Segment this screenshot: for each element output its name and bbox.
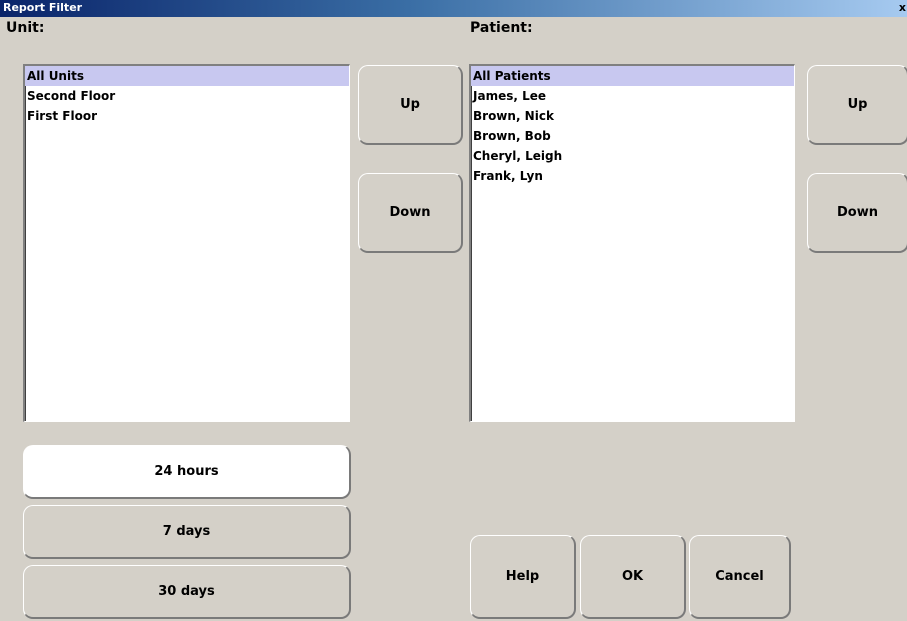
close-icon[interactable]: x bbox=[899, 1, 906, 14]
time-30-days-button[interactable]: 30 days bbox=[23, 565, 351, 619]
patient-item[interactable]: Frank, Lyn bbox=[471, 166, 794, 186]
unit-up-button[interactable]: Up bbox=[358, 65, 463, 145]
patient-item[interactable]: Cheryl, Leigh bbox=[471, 146, 794, 166]
unit-item-first-floor[interactable]: First Floor bbox=[25, 106, 349, 126]
unit-item-second-floor[interactable]: Second Floor bbox=[25, 86, 349, 106]
title-bar: Report Filter x bbox=[0, 0, 907, 17]
patient-item[interactable]: Brown, Bob bbox=[471, 126, 794, 146]
patient-label: Patient: bbox=[470, 20, 533, 36]
patient-listbox[interactable]: All Patients James, Lee Brown, Nick Brow… bbox=[469, 64, 795, 422]
unit-down-button[interactable]: Down bbox=[358, 173, 463, 253]
help-button[interactable]: Help bbox=[470, 535, 576, 619]
time-7-days-button[interactable]: 7 days bbox=[23, 505, 351, 559]
window-title: Report Filter bbox=[3, 1, 83, 14]
patient-item[interactable]: Brown, Nick bbox=[471, 106, 794, 126]
patient-item-all-patients[interactable]: All Patients bbox=[471, 66, 794, 86]
patient-item[interactable]: James, Lee bbox=[471, 86, 794, 106]
ok-button[interactable]: OK bbox=[580, 535, 686, 619]
patient-up-button[interactable]: Up bbox=[807, 65, 907, 145]
unit-label: Unit: bbox=[6, 20, 45, 36]
time-24-hours-button[interactable]: 24 hours bbox=[23, 445, 351, 499]
cancel-button[interactable]: Cancel bbox=[689, 535, 791, 619]
unit-item-all-units[interactable]: All Units bbox=[25, 66, 349, 86]
unit-listbox[interactable]: All Units Second Floor First Floor bbox=[23, 64, 350, 422]
patient-down-button[interactable]: Down bbox=[807, 173, 907, 253]
